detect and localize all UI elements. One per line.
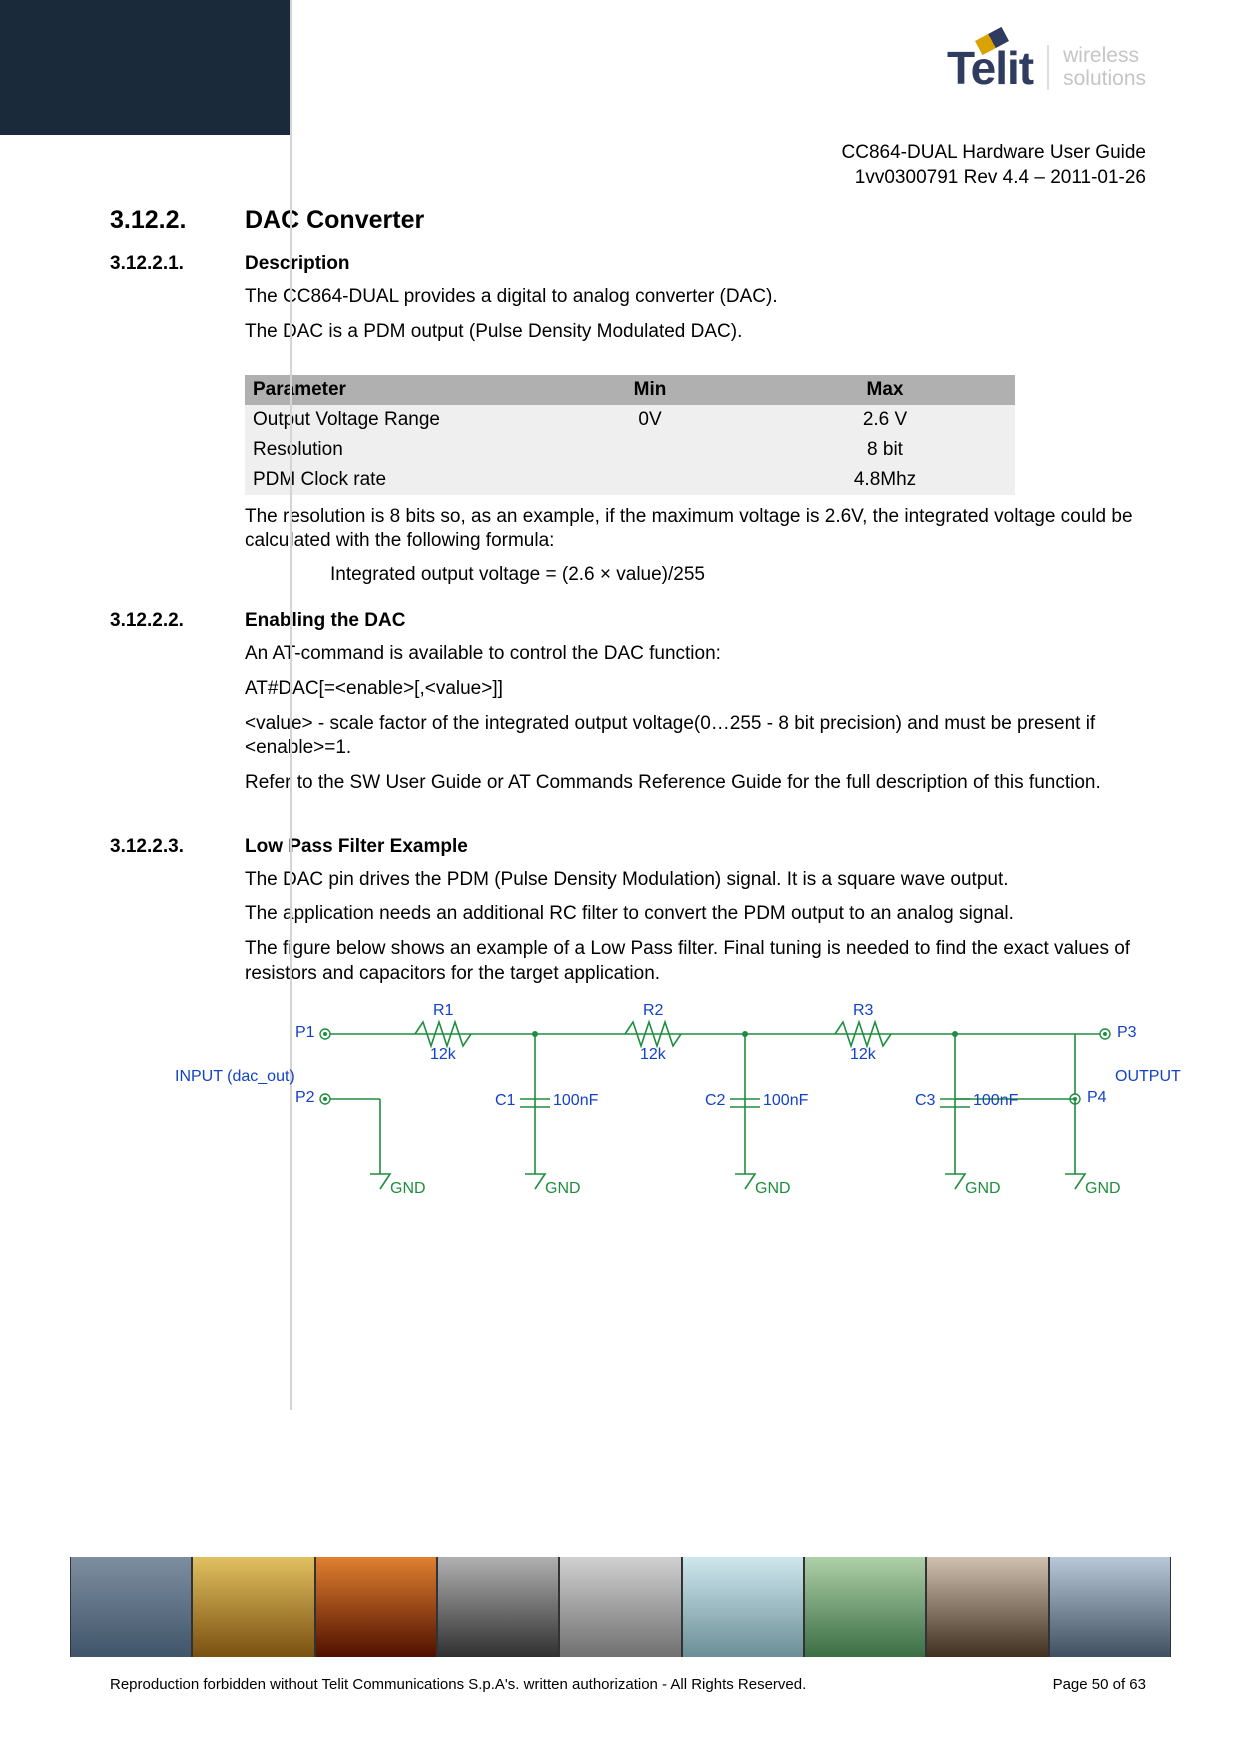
cell-max: 4.8Mhz <box>755 465 1015 495</box>
label-r1: R1 <box>433 1002 453 1020</box>
table-header-row: Parameter Min Max <box>245 375 1015 405</box>
brand-tagline-2: solutions <box>1063 68 1146 90</box>
col-min: Min <box>545 375 755 405</box>
footer-thumb <box>805 1557 925 1657</box>
cell-min: 0V <box>545 405 755 435</box>
heading-3-12-2-1: 3.12.2.1. Description <box>110 253 1146 275</box>
label-gnd: GND <box>390 1180 426 1198</box>
description-body-2: The resolution is 8 bits so, as an examp… <box>245 505 1146 554</box>
label-r2: R2 <box>643 1002 663 1020</box>
cell-max: 8 bit <box>755 435 1015 465</box>
pin-p4: P4 <box>1087 1089 1107 1107</box>
heading-3-12-2-3: 3.12.2.3. Low Pass Filter Example <box>110 836 1146 858</box>
page-footer: Reproduction forbidden without Telit Com… <box>110 1676 1146 1693</box>
document-revision: 1vv0300791 Rev 4.4 – 2011-01-26 <box>0 166 1146 191</box>
label-c3: C3 <box>915 1092 935 1110</box>
output-label: OUTPUT <box>1115 1068 1181 1086</box>
brand-tagline: wireless solutions <box>1047 45 1146 89</box>
label-c2: C2 <box>705 1092 725 1110</box>
footer-image-strip <box>70 1557 1171 1657</box>
footer-thumb <box>71 1557 191 1657</box>
footer-thumb <box>683 1557 803 1657</box>
heading-number: 3.12.2.3. <box>110 836 215 858</box>
header-accent-block <box>0 0 290 135</box>
heading-number: 3.12.2. <box>110 206 215 235</box>
paragraph: An AT-command is available to control th… <box>245 642 1146 667</box>
document-meta: CC864-DUAL Hardware User Guide 1vv030079… <box>0 135 1241 190</box>
label-gnd: GND <box>965 1180 1001 1198</box>
parameter-table: Parameter Min Max Output Voltage Range 0… <box>245 375 1015 495</box>
page-header: Telit wireless solutions <box>0 0 1241 135</box>
brand-tagline-1: wireless <box>1063 45 1146 67</box>
value-c1: 100nF <box>553 1092 598 1110</box>
heading-text: Enabling the DAC <box>245 610 405 632</box>
heading-3-12-2: 3.12.2. DAC Converter <box>110 206 1146 235</box>
label-r3: R3 <box>853 1002 873 1020</box>
page-content: 3.12.2. DAC Converter 3.12.2.1. Descript… <box>0 190 1241 1234</box>
label-gnd: GND <box>1085 1180 1121 1198</box>
footer-thumb <box>1050 1557 1170 1657</box>
lpf-body: The DAC pin drives the PDM (Pulse Densit… <box>245 868 1146 987</box>
value-c2: 100nF <box>763 1092 808 1110</box>
value-c3: 100nF <box>973 1092 1018 1110</box>
description-body: The CC864-DUAL provides a digital to ana… <box>245 285 1146 344</box>
heading-3-12-2-2: 3.12.2.2. Enabling the DAC <box>110 610 1146 632</box>
footer-page-number: Page 50 of 63 <box>1053 1676 1146 1693</box>
footer-copyright: Reproduction forbidden without Telit Com… <box>110 1676 806 1693</box>
paragraph: The figure below shows an example of a L… <box>245 937 1146 986</box>
heading-number: 3.12.2.2. <box>110 610 215 632</box>
cell-max: 2.6 V <box>755 405 1015 435</box>
heading-text: DAC Converter <box>245 206 424 235</box>
table-row: Output Voltage Range 0V 2.6 V <box>245 405 1015 435</box>
brand-logo: Telit wireless solutions <box>290 0 1241 135</box>
paragraph: AT#DAC[=<enable>[,<value>]] <box>245 677 1146 702</box>
pin-p1: P1 <box>295 1024 315 1042</box>
paragraph: The DAC pin drives the PDM (Pulse Densit… <box>245 868 1146 893</box>
brand-name: Telit <box>947 41 1033 95</box>
input-label: INPUT (dac_out) <box>175 1068 295 1086</box>
formula: Integrated output voltage = (2.6 × value… <box>330 564 1146 586</box>
heading-text: Description <box>245 253 350 275</box>
paragraph: The application needs an additional RC f… <box>245 902 1146 927</box>
paragraph: Refer to the SW User Guide or AT Command… <box>245 771 1146 796</box>
pin-p2: P2 <box>295 1089 315 1107</box>
low-pass-filter-schematic: P1 P2 P3 P4 INPUT (dac_out) OUTPUT R1 R2… <box>205 1004 1066 1234</box>
footer-thumb <box>438 1557 558 1657</box>
paragraph: <value> - scale factor of the integrated… <box>245 712 1146 761</box>
heading-text: Low Pass Filter Example <box>245 836 468 858</box>
document-title: CC864-DUAL Hardware User Guide <box>0 141 1146 166</box>
enabling-body: An AT-command is available to control th… <box>245 642 1146 795</box>
footer-thumb <box>927 1557 1047 1657</box>
value-r1: 12k <box>430 1046 456 1064</box>
heading-number: 3.12.2.1. <box>110 253 215 275</box>
col-max: Max <box>755 375 1015 405</box>
paragraph: The CC864-DUAL provides a digital to ana… <box>245 285 1146 310</box>
cell-min <box>545 465 755 495</box>
label-c1: C1 <box>495 1092 515 1110</box>
footer-thumb <box>316 1557 436 1657</box>
value-r2: 12k <box>640 1046 666 1064</box>
label-gnd: GND <box>545 1180 581 1198</box>
cell-min <box>545 435 755 465</box>
paragraph: The resolution is 8 bits so, as an examp… <box>245 505 1146 554</box>
footer-thumb <box>560 1557 680 1657</box>
value-r3: 12k <box>850 1046 876 1064</box>
pin-p3: P3 <box>1117 1024 1137 1042</box>
table-row: PDM Clock rate 4.8Mhz <box>245 465 1015 495</box>
paragraph: The DAC is a PDM output (Pulse Density M… <box>245 320 1146 345</box>
table-row: Resolution 8 bit <box>245 435 1015 465</box>
schematic-svg <box>205 1004 1205 1234</box>
label-gnd: GND <box>755 1180 791 1198</box>
footer-thumb <box>193 1557 313 1657</box>
